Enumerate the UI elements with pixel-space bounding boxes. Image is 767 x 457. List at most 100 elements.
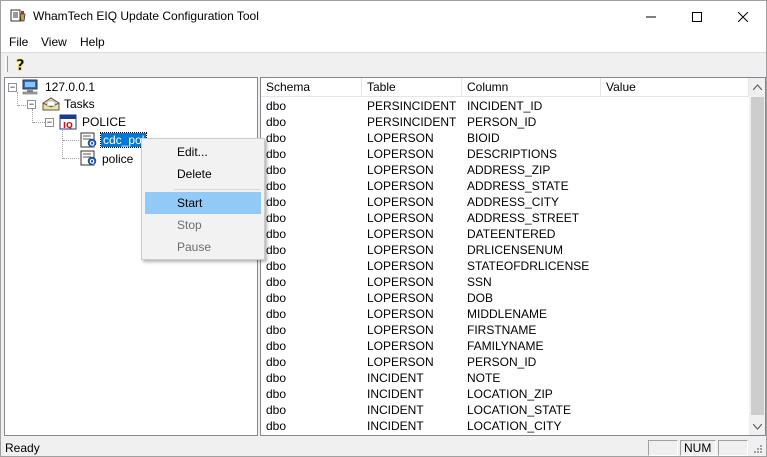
cell-column: LOCATION_CITY [467, 419, 562, 433]
table-row[interactable]: dbo LOPERSON PERSON_ID [261, 354, 749, 370]
cell-column: STATEOFDRLICENSE [467, 259, 590, 273]
cell-table: LOPERSON [367, 131, 434, 145]
minimize-button[interactable] [628, 1, 674, 32]
cell-table: LOPERSON [367, 323, 434, 337]
help-question-icon: ? [16, 56, 25, 72]
cell-schema: dbo [266, 371, 287, 385]
cell-table: INCIDENT [367, 419, 424, 433]
app-icon [10, 8, 26, 24]
column-header-schema[interactable]: Schema [261, 78, 362, 97]
table-row[interactable]: dbo INCIDENT LOCATION_ZIP [261, 386, 749, 402]
cell-column: ADDRESS_ZIP [467, 163, 551, 177]
status-panel-scroll [718, 440, 748, 456]
cell-schema: dbo [266, 419, 287, 433]
table-row[interactable]: dbo LOPERSON BIOID [261, 130, 749, 146]
cell-column: DOB [467, 291, 494, 305]
tree-node-root[interactable]: 127.0.0.1 [45, 80, 95, 94]
context-menu-pause: Pause [177, 240, 212, 254]
cell-column: DRLICENSENUM [467, 243, 564, 257]
cell-column: FIRSTNAME [467, 323, 537, 337]
table-row[interactable]: dbo LOPERSON ADDRESS_STREET [261, 210, 749, 226]
cell-schema: dbo [266, 259, 287, 273]
svg-text:Q: Q [90, 141, 95, 148]
cell-schema: dbo [266, 387, 287, 401]
cell-table: PERSINCIDENT [367, 99, 457, 113]
cell-table: LOPERSON [367, 291, 434, 305]
columns-list-view[interactable]: Schema Table Column Value dbo PERSINCIDEN… [260, 77, 766, 436]
table-row[interactable]: dbo INCIDENT LOCATION_CITY [261, 418, 749, 434]
table-row[interactable]: dbo LOPERSON ADDRESS_STATE [261, 178, 749, 194]
scroll-down-icon [753, 423, 762, 430]
cell-schema: dbo [266, 275, 287, 289]
cell-table: INCIDENT [367, 387, 424, 401]
table-row[interactable]: dbo PERSINCIDENT INCIDENT_ID [261, 98, 749, 114]
column-header-table[interactable]: Table [362, 78, 462, 97]
vertical-scrollbar[interactable] [749, 78, 765, 435]
status-panel-caps [648, 440, 678, 456]
cell-column: LOCATION_ZIP [467, 387, 553, 401]
tree-node-cdc-pol[interactable]: cdc_pol [99, 132, 148, 148]
table-row[interactable]: dbo LOPERSON FIRSTNAME [261, 322, 749, 338]
table-row[interactable]: dbo LOPERSON ADDRESS_CITY [261, 194, 749, 210]
maximize-button[interactable] [674, 1, 720, 32]
minimize-icon [646, 16, 656, 17]
close-button[interactable] [720, 1, 766, 32]
context-menu-separator [174, 189, 260, 190]
table-row[interactable]: dbo LOPERSON DRLICENSENUM [261, 242, 749, 258]
tree-expander-police[interactable]: − [45, 118, 54, 127]
scroll-up-icon [753, 83, 762, 90]
tree-node-police-task[interactable]: police [102, 152, 133, 166]
maximize-icon [692, 11, 702, 22]
svg-text:Q: Q [90, 159, 95, 166]
table-row[interactable]: dbo LOPERSON SSN [261, 274, 749, 290]
table-row[interactable]: dbo LOPERSON STATEOFDRLICENSE [261, 258, 749, 274]
menu-file[interactable]: File [9, 35, 28, 49]
computer-icon [21, 79, 39, 98]
scroll-thumb[interactable] [751, 97, 764, 415]
cell-table: LOPERSON [367, 147, 434, 161]
cell-column: PERSON_ID [467, 355, 537, 369]
database-icon: IQ [59, 114, 77, 133]
table-row[interactable]: dbo INCIDENT LOCATION_STATE [261, 402, 749, 418]
table-row[interactable]: dbo LOPERSON DATEENTERED [261, 226, 749, 242]
cell-schema: dbo [266, 99, 287, 113]
menu-bar: File View Help [1, 32, 766, 52]
context-menu-edit[interactable]: Edit... [145, 141, 261, 163]
cell-table: INCIDENT [367, 371, 424, 385]
scroll-up-button[interactable] [749, 78, 765, 95]
cell-column: ADDRESS_STATE [467, 179, 569, 193]
cell-schema: dbo [266, 115, 287, 129]
status-bar: Ready NUM [1, 438, 766, 456]
column-header-value[interactable]: Value [601, 78, 749, 97]
context-menu-delete[interactable]: Delete [145, 163, 261, 185]
context-menu: Edit... Delete Start Stop Pause [141, 138, 265, 260]
cell-schema: dbo [266, 403, 287, 417]
cell-table: LOPERSON [367, 211, 434, 225]
resize-grip-icon[interactable] [751, 442, 763, 454]
table-row[interactable]: dbo INCIDENT NOTE [261, 370, 749, 386]
table-row[interactable]: dbo LOPERSON DOB [261, 290, 749, 306]
scroll-down-button[interactable] [749, 418, 765, 435]
cell-table: LOPERSON [367, 275, 434, 289]
title-bar[interactable]: WhamTech EIQ Update Configuration Tool [1, 1, 766, 32]
help-button[interactable]: ? [12, 55, 30, 73]
menu-help[interactable]: Help [80, 35, 105, 49]
table-row[interactable]: dbo LOPERSON MIDDLENAME [261, 306, 749, 322]
tree-node-police-db[interactable]: POLICE [82, 115, 126, 129]
menu-view[interactable]: View [41, 35, 67, 49]
toolbar-grip[interactable] [5, 56, 8, 72]
cell-table: LOPERSON [367, 355, 434, 369]
close-icon [738, 11, 748, 22]
table-row[interactable]: dbo LOPERSON FAMILYNAME [261, 338, 749, 354]
cell-table: LOPERSON [367, 243, 434, 257]
status-num-indicator: NUM [680, 440, 716, 456]
table-row[interactable]: dbo LOPERSON ADDRESS_ZIP [261, 162, 749, 178]
tree-expander-tasks[interactable]: − [27, 100, 36, 109]
table-row[interactable]: dbo LOPERSON DESCRIPTIONS [261, 146, 749, 162]
tree-node-tasks[interactable]: Tasks [64, 97, 95, 111]
tree-expander-root[interactable]: − [8, 83, 17, 92]
cell-table: INCIDENT [367, 403, 424, 417]
context-menu-start[interactable]: Start [145, 192, 261, 214]
column-header-column[interactable]: Column [462, 78, 601, 97]
table-row[interactable]: dbo PERSINCIDENT PERSON_ID [261, 114, 749, 130]
